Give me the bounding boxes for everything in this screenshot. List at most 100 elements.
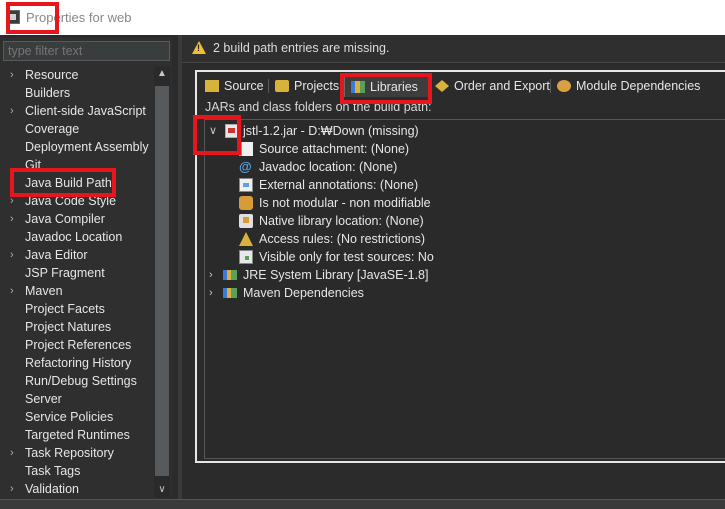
chevron-up-icon[interactable]: ▲ xyxy=(154,66,170,82)
tab-projects[interactable]: Projects xyxy=(275,75,339,97)
sidebar-item-label: Java Build Path xyxy=(25,176,112,190)
source-attachment-icon xyxy=(239,142,253,156)
chevron-right-icon[interactable]: › xyxy=(209,266,221,284)
sidebar-item-label: Maven xyxy=(25,284,63,298)
library-container-icon xyxy=(223,288,237,298)
jar-attribute-label: Source attachment: (None) xyxy=(259,142,410,156)
sidebar-item-javadoc-location[interactable]: Javadoc Location xyxy=(0,228,154,246)
library-entry-label: Maven Dependencies xyxy=(243,286,364,300)
sidebar-item-jsp-fragment[interactable]: JSP Fragment xyxy=(0,264,154,282)
sidebar-item-label: Builders xyxy=(25,86,71,100)
missing-jar-icon xyxy=(225,124,239,138)
window-title-bar: Properties for web xyxy=(0,0,725,35)
jar-attribute-label: Access rules: (No restrictions) xyxy=(259,232,426,246)
sidebar-item-label: Project Facets xyxy=(25,302,105,316)
dialog-bottom-edge xyxy=(0,499,725,509)
libraries-icon xyxy=(351,81,365,93)
sidebar-item-label: Validation xyxy=(25,482,79,496)
sidebar-item-label: Targeted Runtimes xyxy=(25,428,130,442)
module-icon xyxy=(239,196,253,210)
sidebar-item-label: Java Compiler xyxy=(25,212,105,226)
jar-attribute-label: External annotations: (None) xyxy=(259,178,419,192)
tab-label: Order and Export xyxy=(454,79,550,93)
sidebar-item-deployment-assembly[interactable]: Deployment Assembly xyxy=(0,138,154,156)
chevron-right-icon[interactable]: › xyxy=(10,246,20,264)
tab-separator xyxy=(550,79,551,93)
scrollbar-thumb[interactable] xyxy=(155,86,169,476)
javadoc-icon: @ xyxy=(239,159,252,174)
sidebar-item-java-build-path[interactable]: Java Build Path xyxy=(0,174,154,192)
sidebar-item-resource[interactable]: › Resource xyxy=(0,66,154,84)
sidebar-item-builders[interactable]: Builders xyxy=(0,84,154,102)
sidebar-item-label: Run/Debug Settings xyxy=(25,374,137,388)
tab-libraries[interactable]: Libraries xyxy=(344,75,430,97)
tab-label: Projects xyxy=(294,79,340,93)
warning-icon xyxy=(192,41,206,54)
jar-attribute-label: Visible only for test sources: No xyxy=(259,250,434,264)
chevron-right-icon[interactable]: › xyxy=(10,480,20,498)
tab-label: Module Dependencies xyxy=(576,79,701,93)
sidebar-item-label: Javadoc Location xyxy=(25,230,123,244)
sidebar-item-git[interactable]: Git xyxy=(0,156,154,174)
sidebar-item-client-side-javascript[interactable]: › Client-side JavaScript xyxy=(0,102,154,120)
property-page-tree: › Resource Builders › Client-side JavaScri… xyxy=(0,66,154,498)
window-title: Properties for web xyxy=(26,10,132,25)
order-export-icon xyxy=(435,80,449,92)
sidebar-item-project-facets[interactable]: Project Facets xyxy=(0,300,154,318)
sidebar-item-coverage[interactable]: Coverage xyxy=(0,120,154,138)
sidebar-item-project-natures[interactable]: Project Natures xyxy=(0,318,154,336)
sidebar-item-label: Deployment Assembly xyxy=(25,140,149,154)
sidebar-item-java-compiler[interactable]: › Java Compiler xyxy=(0,210,154,228)
window-app-icon xyxy=(6,10,20,24)
chevron-down-icon[interactable]: ∨ xyxy=(154,482,170,498)
sidebar-item-run-debug-settings[interactable]: Run/Debug Settings xyxy=(0,372,154,390)
test-sources-icon xyxy=(239,250,253,264)
tab-label: Libraries xyxy=(370,80,418,94)
sidebar-item-label: Project References xyxy=(25,338,132,352)
sidebar-item-label: Java Code Style xyxy=(25,194,117,208)
sidebar-item-label: Task Repository xyxy=(25,446,114,460)
sidebar-item-label: Server xyxy=(25,392,62,406)
module-icon xyxy=(557,80,571,92)
sidebar-item-label: Git xyxy=(25,158,41,172)
jar-attribute-label: Is not modular - non modifiable xyxy=(259,196,431,210)
jar-attribute-label: Native library location: (None) xyxy=(259,214,424,228)
message-text: 2 build path entries are missing. xyxy=(213,41,390,55)
sidebar-item-project-references[interactable]: Project References xyxy=(0,336,154,354)
libraries-description: JARs and class folders on the build path… xyxy=(205,100,432,114)
sidebar-item-label: Service Policies xyxy=(25,410,114,424)
property-page-content: 2 build path entries are missing. Source… xyxy=(182,35,725,499)
tab-order-and-export[interactable]: Order and Export xyxy=(435,75,550,97)
sidebar-item-java-editor[interactable]: › Java Editor xyxy=(0,246,154,264)
chevron-right-icon[interactable]: › xyxy=(10,282,20,300)
sidebar-item-label: JSP Fragment xyxy=(25,266,105,280)
sidebar-item-label: Refactoring History xyxy=(25,356,132,370)
sidebar-item-server[interactable]: Server xyxy=(0,390,154,408)
sidebar-item-validation[interactable]: › Validation xyxy=(0,480,154,498)
tab-module-dependencies[interactable]: Module Dependencies xyxy=(557,75,700,97)
tab-label: Source xyxy=(224,79,264,93)
sidebar-item-task-repository[interactable]: › Task Repository xyxy=(0,444,154,462)
chevron-right-icon[interactable]: › xyxy=(10,102,20,120)
library-entry-label: JRE System Library [JavaSE-1.8] xyxy=(243,268,429,282)
sidebar-item-service-policies[interactable]: Service Policies xyxy=(0,408,154,426)
chevron-right-icon[interactable]: › xyxy=(10,210,20,228)
sidebar-item-label: Client-side JavaScript xyxy=(25,104,146,118)
chevron-right-icon[interactable]: › xyxy=(10,66,20,84)
tab-source[interactable]: Source xyxy=(205,75,264,97)
sidebar-item-refactoring-history[interactable]: Refactoring History xyxy=(0,354,154,372)
sidebar-item-targeted-runtimes[interactable]: Targeted Runtimes xyxy=(0,426,154,444)
tab-separator xyxy=(268,79,269,93)
sidebar-item-label: Java Editor xyxy=(25,248,88,262)
library-container-icon xyxy=(223,270,237,280)
sidebar-item-task-tags[interactable]: Task Tags xyxy=(0,462,154,480)
chevron-right-icon[interactable]: › xyxy=(209,284,221,302)
chevron-right-icon[interactable]: › xyxy=(10,444,20,462)
sidebar-item-label: Project Natures xyxy=(25,320,112,334)
sidebar-scrollbar[interactable]: ▲ ∨ xyxy=(154,66,170,498)
sidebar-item-maven[interactable]: › Maven xyxy=(0,282,154,300)
filter-input[interactable] xyxy=(3,41,170,61)
chevron-down-icon[interactable]: ∨ xyxy=(209,122,221,140)
chevron-right-icon[interactable]: › xyxy=(10,192,20,210)
sidebar-item-java-code-style[interactable]: › Java Code Style xyxy=(0,192,154,210)
